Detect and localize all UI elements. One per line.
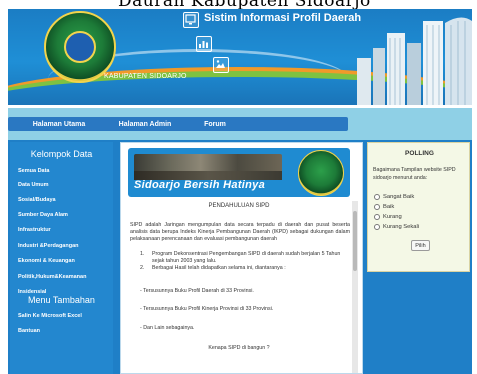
nav-halaman-utama[interactable]: Halaman Utama [18,119,100,130]
article-bullet: - Tersusunnya Buku Profil Kinerja Provin… [140,306,274,312]
sidebar-item-industri-perdagangan[interactable]: Industri &Perdagangan [18,243,79,249]
article-list-item: 2. Berbagai Hasil telah didapatkan selam… [140,265,350,272]
article-title: PENDAHULUAN SIPD [208,203,270,209]
article-scroll-area[interactable]: PENDAHULUAN SIPD SIPD adalah Jaringan me… [128,201,358,373]
sidebar-item-ekonomi-keuangan[interactable]: Ekonomi & Keuangan [18,258,75,264]
banner-caption: Sidoarjo Bersih Hatinya [134,179,265,191]
banner-seal-logo [298,150,344,196]
poll-option-label: Baik [383,204,395,210]
poll-option-kurang-sekali[interactable]: Kurang Sekali [374,224,419,230]
article-list: 1. Program Dekonsentrasi Pengembangan SI… [140,251,350,272]
banner: Sidoarjo Bersih Hatinya [128,148,350,197]
nav-halaman-admin[interactable]: Halaman Admin [110,119,180,130]
logo-center-icon [64,31,96,63]
poll-question: Bagaimana Tampilan website SIPD sidoarjo… [373,167,456,181]
chart-icon [196,36,212,52]
scrollbar-thumb[interactable] [353,211,357,271]
cut-off-title-text: Dauran Kabupaten Sidoarjo [118,0,371,9]
article-scrollbar[interactable] [352,201,358,373]
sidebar-heading-kelompok-data: Kelompok Data [30,149,93,159]
right-column-background [367,274,470,374]
polling-panel: POLLING Bagaimana Tampilan website SIPD … [367,142,470,272]
poll-title: POLLING [405,150,434,157]
radio-button[interactable] [374,194,380,200]
main-content: Sidoarjo Bersih Hatinya PENDAHULUAN SIPD… [120,142,363,374]
radio-button[interactable] [374,204,380,210]
cut-off-title: Dauran Kabupaten Sidoarjo [0,0,477,9]
sidebar-item-semua-data[interactable]: Semua Data [18,168,50,174]
radio-button[interactable] [374,224,380,230]
radio-button[interactable] [374,214,380,220]
sidebar: Kelompok Data Semua Data Data Umum Sosia… [10,142,113,374]
sidebar-item-infrastruktur[interactable]: Infrastruktur [18,227,51,233]
site-header: KABUPATEN SIDOARJO Sistim Informasi Prof… [8,9,472,105]
poll-option-label: Sangat Baik [383,194,415,200]
article-bullet: - Tersusunnya Buku Profil Daerah di 33 P… [140,288,254,294]
sidebar-item-bantuan[interactable]: Bantuan [18,328,40,334]
article-paragraph: SIPD adalah Jaringan mengumpulan data se… [130,222,350,242]
poll-option-label: Kurang [383,214,402,220]
monitor-icon [183,12,199,28]
banner-photo [134,154,282,180]
list-text: Berbagai Hasil telah didapatkan selama i… [152,265,286,271]
nav-forum[interactable]: Forum [192,119,238,130]
site-title: Sistim Informasi Profil Daerah [204,12,362,24]
kabupaten-name: KABUPATEN SIDOARJO [104,73,187,80]
sidebar-heading-menu-tambahan: Menu Tambahan [28,295,95,305]
list-text: Program Dekonsentrasi Pengembangan SIPD … [152,251,341,264]
poll-option-kurang[interactable]: Kurang [374,214,402,220]
sidebar-item-data-umum[interactable]: Data Umum [18,182,49,188]
sidebar-item-politik-hukum-keamanan[interactable]: Politik,Hukum&Keamanan [18,274,86,280]
poll-option-sangat-baik[interactable]: Sangat Baik [374,194,414,200]
list-number: 1. [140,251,145,257]
image-icon [213,57,229,73]
poll-submit-button[interactable]: Pilih [411,240,430,251]
sidebar-item-sumber-daya-alam[interactable]: Sumber Daya Alam [18,212,68,218]
list-number: 2. [140,265,145,271]
article-bullet: - Dan Lain sebagainya. [140,325,195,331]
city-buildings-graphic [357,17,472,105]
sidebar-item-sosial-budaya[interactable]: Sosial/Budaya [18,197,56,203]
poll-option-label: Kurang Sekali [383,224,420,230]
article-question: Kenapa SIPD di bangun ? [208,345,270,351]
poll-option-baik[interactable]: Baik [374,204,394,210]
article-list-item: 1. Program Dekonsentrasi Pengembangan SI… [140,251,350,265]
sidebar-item-salin-excel[interactable]: Salin Ke Microsoft Excel [18,313,82,319]
